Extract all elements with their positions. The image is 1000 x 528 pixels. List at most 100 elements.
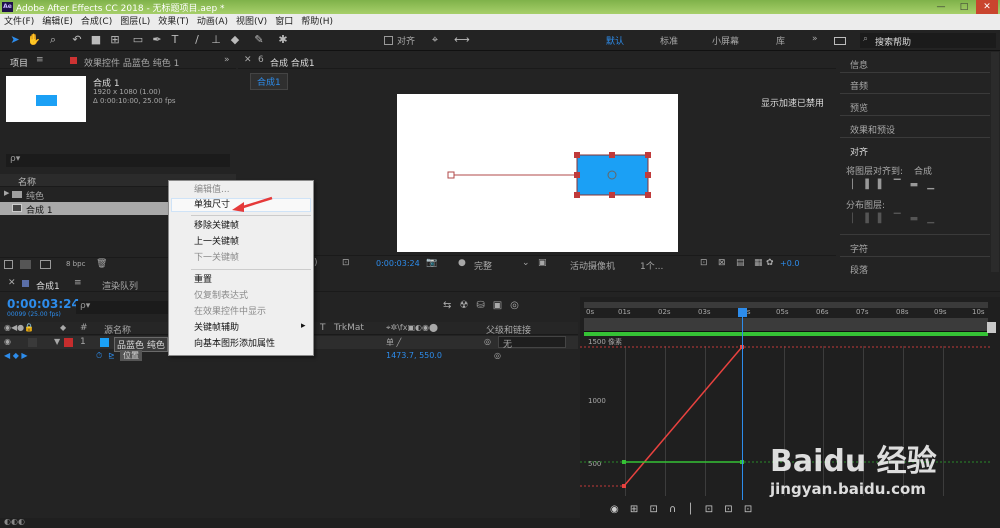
comp-viewer[interactable]	[397, 94, 678, 252]
menu-reveal-in-effect-controls[interactable]: 在效果控件中显示	[194, 305, 266, 319]
panel-preview[interactable]: 预览	[850, 101, 868, 114]
resolution-dropdown[interactable]: 完整	[474, 259, 492, 272]
menu-reset[interactable]: 重置	[194, 273, 212, 287]
close-tab-icon[interactable]: ✕	[244, 55, 252, 65]
panel-info[interactable]: 信息	[850, 58, 868, 71]
maximize-button[interactable]: □	[953, 0, 975, 14]
snap-checkbox[interactable]	[384, 36, 393, 45]
minimize-button[interactable]: —	[930, 0, 952, 14]
zoom-tool-icon[interactable]: ⌕	[46, 33, 60, 47]
tab-timeline-comp1[interactable]: 合成1	[36, 279, 60, 292]
rectangle-tool-icon[interactable]: ▭	[131, 33, 145, 47]
menu-window[interactable]: 窗口	[271, 14, 297, 30]
tab-effect-controls[interactable]: 效果控件 品蓝色 纯色 1	[84, 56, 179, 69]
workspace-standard[interactable]: 标准	[660, 34, 678, 47]
rotate-tool-icon[interactable]: ↶	[70, 33, 84, 47]
menu-help[interactable]: 帮助(H)	[297, 14, 337, 30]
parent-dropdown[interactable]: 无	[498, 336, 566, 350]
clone-stamp-tool-icon[interactable]: ⊥	[209, 33, 223, 47]
pickwhip-icon[interactable]: ◎	[484, 337, 491, 346]
solo-toggle[interactable]	[28, 338, 37, 347]
shy-switch-icon[interactable]: 单 ╱	[386, 337, 401, 348]
column-trkmat[interactable]: TrkMat	[334, 323, 364, 333]
brush-tool-icon[interactable]: /	[190, 33, 204, 47]
time-ruler[interactable]	[584, 318, 988, 332]
timeline-icon[interactable]: ▤	[736, 258, 745, 268]
property-value[interactable]: 1473.7, 550.0	[386, 351, 442, 360]
exposure-icon[interactable]: ✿	[766, 258, 774, 268]
new-folder-icon[interactable]	[20, 260, 31, 269]
menu-composition[interactable]: 合成(C)	[77, 14, 116, 30]
comp-breadcrumb[interactable]: 合成1	[250, 73, 288, 90]
menu-view[interactable]: 视图(V)	[232, 14, 271, 30]
search-toggle-icon[interactable]	[834, 37, 846, 45]
property-name[interactable]: 位置	[120, 350, 142, 361]
fast-preview-icon[interactable]: ⊠	[718, 258, 726, 268]
right-panel-scrollbar[interactable]	[991, 52, 999, 272]
roi-icon[interactable]: ⊡	[342, 258, 350, 268]
tab-render-queue[interactable]: 渲染队列	[102, 279, 138, 292]
playhead-handle[interactable]	[738, 308, 747, 317]
av-switches-icon[interactable]: ◉◀●🔒	[4, 323, 34, 332]
camera-dropdown[interactable]: 活动摄像机	[570, 259, 615, 272]
column-source-name[interactable]: 源名称	[104, 323, 131, 336]
column-name-header[interactable]: 名称	[18, 175, 36, 188]
tab-project[interactable]: 项目	[10, 56, 28, 69]
flowchart-icon[interactable]: ▦	[754, 258, 763, 268]
menu-keyframe-assistant[interactable]: 关键帧辅助	[194, 321, 239, 335]
panel-audio[interactable]: 音频	[850, 79, 868, 92]
workspace-more-icon[interactable]: »	[812, 34, 818, 44]
search-help-input[interactable]: 搜索帮助	[875, 35, 911, 48]
interpret-footage-icon[interactable]	[4, 260, 13, 269]
panel-character[interactable]: 字符	[850, 242, 868, 255]
snapshot-icon[interactable]: 📷	[426, 258, 437, 268]
snap-grid-icon[interactable]: ⟷	[454, 33, 470, 47]
snap-option-icon[interactable]: ⌖	[428, 33, 442, 47]
close-tab-icon[interactable]: ✕	[8, 278, 16, 288]
delete-icon[interactable]: 🗑	[96, 259, 107, 269]
exposure-value[interactable]: +0.0	[780, 259, 799, 268]
workspace-small-screen[interactable]: 小屏幕	[712, 34, 739, 47]
camera-tool-icon[interactable]: ■	[89, 33, 103, 47]
panel-align[interactable]: 对齐	[850, 145, 868, 158]
hand-tool-icon[interactable]: ✋	[27, 33, 41, 47]
layer-switches-icon[interactable]: ⌖✲\fx▣◐◉⬤	[386, 323, 438, 333]
menu-edit-value[interactable]: 编辑值...	[194, 183, 230, 197]
workspace-default[interactable]: 默认	[606, 34, 624, 47]
chevron-down-icon[interactable]: ⌄	[522, 258, 530, 268]
visibility-icon[interactable]: ◉	[4, 337, 11, 346]
new-comp-icon[interactable]	[40, 260, 51, 269]
playhead[interactable]	[742, 310, 743, 500]
menu-animation[interactable]: 动画(A)	[193, 14, 232, 30]
menu-remove-keyframe[interactable]: 移除关键帧	[194, 219, 239, 233]
menu-add-to-essential-graphics[interactable]: 向基本图形添加属性	[194, 337, 275, 351]
eraser-tool-icon[interactable]: ◆	[228, 33, 242, 47]
graph-toggle-icon[interactable]: ⊵	[108, 351, 115, 360]
menu-edit[interactable]: 编辑(E)	[38, 14, 77, 30]
selection-tool-icon[interactable]: ➤	[8, 33, 22, 47]
panel-menu-icon[interactable]: ≡	[36, 55, 44, 65]
folder-arrow-icon[interactable]: ▶	[4, 189, 9, 197]
menu-effect[interactable]: 效果(T)	[154, 14, 193, 30]
menu-copy-expression-only[interactable]: 仅复制表达式	[194, 289, 248, 303]
column-number[interactable]: #	[80, 323, 88, 333]
transparency-grid-icon[interactable]: ▣	[538, 258, 547, 268]
align-to-dropdown[interactable]: 合成	[914, 164, 932, 177]
menu-layer[interactable]: 图层(L)	[116, 14, 154, 30]
project-item-solids[interactable]: 纯色	[26, 189, 44, 202]
layer-label-color[interactable]	[64, 338, 73, 347]
timeline-switches-icon[interactable]: ⇆☢⛁▣◎	[443, 300, 573, 314]
column-t[interactable]: T	[320, 323, 326, 333]
panel-menu-icon[interactable]: ≡	[74, 278, 82, 288]
type-tool-icon[interactable]: T	[168, 33, 182, 47]
bpc-label[interactable]: 8 bpc	[66, 260, 85, 268]
close-button[interactable]: ✕	[976, 0, 998, 14]
timeline-timecode[interactable]: 0:00:03:24	[7, 297, 80, 311]
align-buttons-icon[interactable]: ▕▐▌▔▬▁	[846, 180, 986, 192]
keyframe-nav-icon[interactable]: ◀ ◆ ▶	[4, 351, 28, 360]
panel-more-icon[interactable]: »	[224, 55, 230, 65]
project-item-comp1[interactable]: 合成 1	[26, 203, 53, 216]
puppet-tool-icon[interactable]: ✱	[276, 33, 290, 47]
views-dropdown[interactable]: 1个...	[640, 259, 663, 272]
label-column-icon[interactable]: ◆	[60, 323, 66, 332]
